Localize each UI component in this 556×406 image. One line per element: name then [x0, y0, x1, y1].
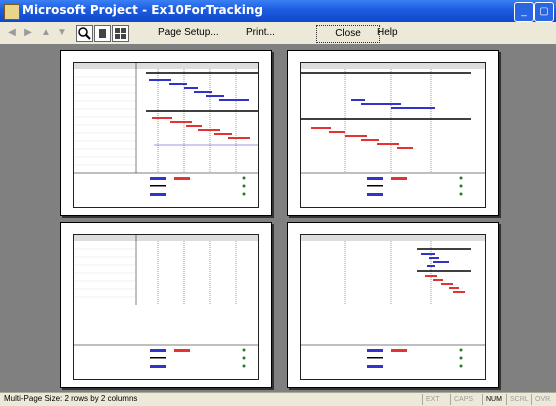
up-arrow-icon[interactable]: ▲	[40, 26, 52, 40]
preview-toolbar: ◀ ▶ ▲ ▼ Page Setup... Print... Close Hel…	[0, 22, 556, 45]
window-title: Microsoft Project - Ex10ForTracking	[22, 3, 263, 17]
title-bar: Microsoft Project - Ex10ForTracking _ ▢	[0, 0, 556, 22]
project-app-icon	[4, 4, 20, 20]
back-arrow-icon[interactable]: ◀	[6, 26, 18, 40]
print-button[interactable]: Print...	[240, 25, 281, 41]
preview-workspace	[0, 44, 556, 392]
forward-arrow-icon[interactable]: ▶	[22, 26, 34, 40]
preview-page-2[interactable]	[287, 50, 499, 216]
ext-indicator: EXT	[422, 394, 443, 405]
help-button[interactable]: Help	[371, 25, 404, 41]
ovr-indicator: OVR	[531, 394, 553, 405]
down-arrow-icon[interactable]: ▼	[56, 26, 68, 40]
multi-page-icon[interactable]	[112, 25, 129, 42]
single-page-icon[interactable]	[94, 25, 111, 42]
scrl-indicator: SCRL	[506, 394, 532, 405]
gantt-chart-page	[300, 62, 486, 208]
preview-page-1[interactable]	[60, 50, 272, 216]
caps-indicator: CAPS	[450, 394, 476, 405]
preview-page-3[interactable]	[60, 222, 272, 388]
gantt-chart-page	[300, 234, 486, 380]
gantt-chart-page	[73, 234, 259, 380]
status-bar: Multi-Page Size: 2 rows by 2 columns EXT…	[0, 392, 556, 406]
page-setup-button[interactable]: Page Setup...	[152, 25, 225, 41]
num-indicator: NUM	[482, 394, 505, 405]
minimize-button[interactable]: _	[514, 2, 534, 22]
status-text: Multi-Page Size: 2 rows by 2 columns	[4, 394, 138, 403]
gantt-chart-page	[73, 62, 259, 208]
preview-page-4[interactable]	[287, 222, 499, 388]
restore-button[interactable]: ▢	[534, 2, 554, 22]
zoom-icon[interactable]	[76, 25, 93, 42]
